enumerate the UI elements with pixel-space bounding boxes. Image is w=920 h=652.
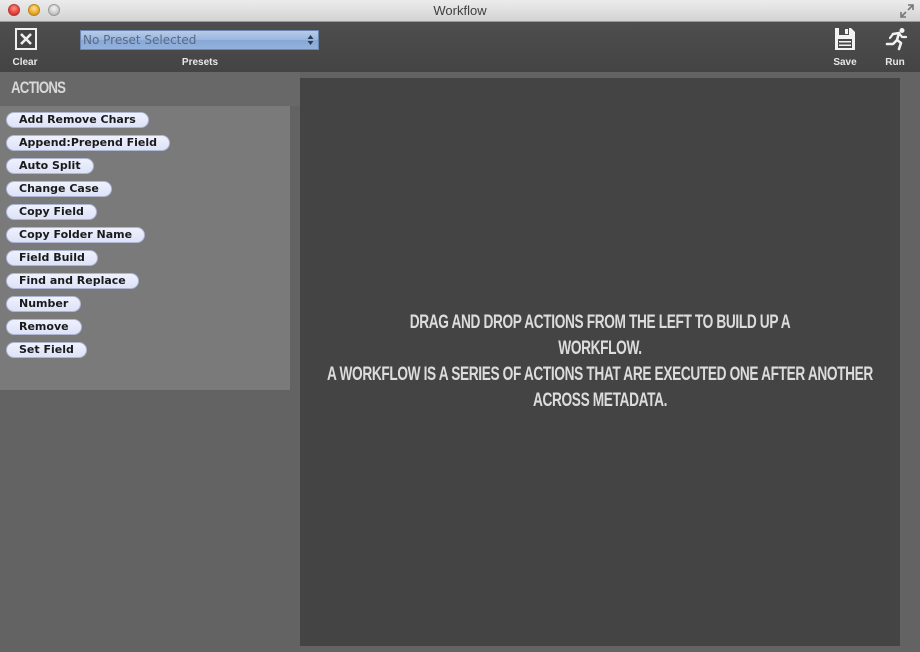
toolbar: Clear No Preset Selected Presets Save Ru…	[0, 22, 920, 72]
save-icon	[835, 28, 855, 50]
select-arrows-icon	[307, 35, 314, 45]
title-bar: Workflow	[0, 0, 920, 22]
running-man-icon	[885, 28, 908, 51]
save-button[interactable]: Save	[826, 22, 864, 72]
action-remove[interactable]: Remove	[6, 319, 82, 335]
action-set-field[interactable]: Set Field	[6, 342, 87, 358]
actions-panel: Add Remove Chars Append:Prepend Field Au…	[0, 106, 290, 390]
window-title: Workflow	[433, 3, 487, 18]
actions-title: ACTIONS	[11, 78, 66, 97]
clear-icon	[15, 28, 37, 50]
action-append-prepend-field[interactable]: Append:Prepend Field	[6, 135, 171, 151]
save-label: Save	[833, 57, 857, 68]
run-button[interactable]: Run	[876, 22, 914, 72]
action-copy-folder-name[interactable]: Copy Folder Name	[6, 227, 146, 243]
action-auto-split[interactable]: Auto Split	[6, 158, 94, 174]
action-add-remove-chars[interactable]: Add Remove Chars	[6, 112, 149, 128]
run-label: Run	[885, 57, 905, 68]
clear-label: Clear	[12, 57, 38, 68]
action-find-and-replace[interactable]: Find and Replace	[6, 273, 139, 289]
presets-label: Presets	[181, 57, 219, 68]
actions-header: ACTIONS	[0, 72, 300, 106]
fullscreen-icon[interactable]	[900, 4, 914, 18]
workspace-instruction: Drag and drop actions from the left to b…	[409, 312, 791, 359]
workflow-drop-area[interactable]: Drag and drop actions from the left to b…	[300, 78, 900, 646]
preset-select[interactable]: No Preset Selected	[80, 30, 319, 50]
clear-button[interactable]: Clear	[2, 22, 48, 72]
workspace-description: A workflow is a series of actions that a…	[327, 364, 873, 411]
action-field-build[interactable]: Field Build	[6, 250, 98, 266]
preset-selected-value: No Preset Selected	[83, 33, 197, 47]
action-copy-field[interactable]: Copy Field	[6, 204, 97, 220]
action-change-case[interactable]: Change Case	[6, 181, 112, 197]
action-number[interactable]: Number	[6, 296, 82, 312]
